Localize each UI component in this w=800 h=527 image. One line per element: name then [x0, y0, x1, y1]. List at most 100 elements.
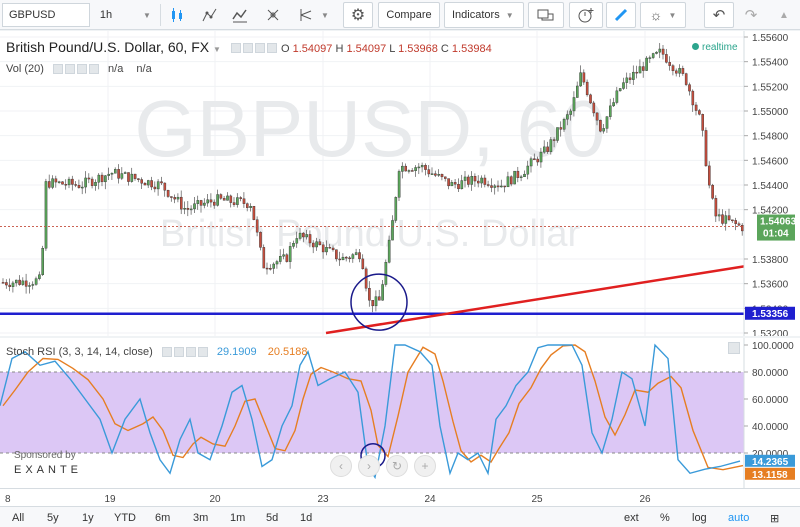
candle-body — [493, 185, 497, 188]
candle-body — [694, 104, 698, 111]
alert-button[interactable] — [569, 2, 603, 28]
candle-body — [170, 196, 173, 198]
volume-legend[interactable]: Vol (20) n/a n/a — [6, 63, 152, 75]
plus-icon: + — [421, 459, 429, 473]
price-chart-pane[interactable]: GBPUSD, 60 British Pound/U.S. Dollar 1.5… — [0, 31, 800, 340]
auto-scale-toggle[interactable]: auto — [728, 510, 749, 526]
candle-body — [295, 238, 299, 244]
time-axis[interactable]: 8 19 20 23 24 25 26 — [0, 488, 800, 506]
extended-hours-toggle[interactable]: ext — [624, 510, 639, 526]
candle-body — [285, 254, 289, 262]
fork-tool-button[interactable] — [294, 2, 318, 28]
candle-body — [632, 71, 635, 80]
candle-body — [440, 174, 444, 178]
candle-body — [24, 280, 28, 287]
ideas-button[interactable]: ☼ ▼ — [640, 2, 686, 28]
candle-body — [734, 220, 737, 224]
line-chart-icon — [232, 9, 247, 23]
interval-dropdown-button[interactable]: ▼ — [140, 2, 154, 28]
candle-body — [414, 167, 417, 171]
scroll-right-button[interactable]: › — [358, 455, 380, 477]
status-dot-icon — [692, 43, 699, 50]
candle-body — [255, 219, 259, 233]
legend-controls[interactable] — [230, 43, 277, 54]
scroll-left-button[interactable]: ‹ — [330, 455, 352, 477]
line-style-button[interactable] — [228, 2, 252, 28]
redo-button[interactable]: ↷ — [736, 2, 766, 28]
redo-icon: ↷ — [744, 7, 758, 24]
rsi-controls[interactable] — [161, 347, 208, 358]
candle-body — [41, 248, 44, 275]
close-value: 1.53984 — [451, 43, 492, 55]
candle-body — [490, 185, 493, 188]
volume-controls[interactable] — [52, 64, 99, 75]
candle-body — [245, 203, 249, 208]
candle-body — [193, 203, 196, 210]
price-tick-label: 1.55000 — [752, 107, 789, 118]
range-button-1y[interactable]: 1y — [82, 510, 94, 526]
top-toolbar: 1h ▼ ▼ ⚙ Compare Indicators ▼ ☼ ▼ ↶ ↷ ▲ — [0, 0, 800, 30]
pane-expand-button[interactable] — [728, 342, 740, 354]
reset-chart-button[interactable]: ↻ — [386, 455, 408, 477]
brush-tool-button[interactable] — [606, 2, 636, 28]
candle-body — [57, 181, 61, 183]
candle-body — [374, 296, 378, 307]
price-tick-label: 1.54400 — [752, 181, 789, 192]
candle-body — [605, 116, 609, 129]
candle-body — [477, 180, 480, 184]
price-tick-label: 1.53800 — [752, 255, 789, 266]
zoom-in-button[interactable]: + — [414, 455, 436, 477]
candle-body — [655, 51, 658, 54]
range-button-ytd[interactable]: YTD — [114, 510, 136, 526]
candle-body — [54, 178, 58, 183]
fullscreen-button[interactable]: ⊞ — [770, 510, 779, 526]
candle-body — [529, 158, 533, 167]
highlight-circle[interactable] — [350, 273, 408, 331]
candle-body — [384, 262, 388, 285]
range-button-6m[interactable]: 6m — [155, 510, 170, 526]
candle-body — [269, 268, 272, 270]
tools-dropdown-button[interactable]: ▼ — [318, 2, 332, 28]
candle-body — [519, 176, 523, 179]
settings-button[interactable]: ⚙ — [343, 2, 373, 28]
chart-title-legend[interactable]: British Pound/U.S. Dollar, 60, FX ▼ — [6, 39, 277, 55]
range-button-1d[interactable]: 1d — [300, 510, 312, 526]
price-chart-canvas[interactable]: GBPUSD, 60 British Pound/U.S. Dollar 1.5… — [0, 31, 800, 340]
candle-body — [351, 254, 355, 259]
candle-body — [724, 215, 728, 224]
time-axis-label: 24 — [424, 494, 436, 505]
log-scale-toggle[interactable]: log — [692, 510, 707, 526]
stoch-rsi-pane[interactable]: 100.0000 80.0000 60.0000 40.0000 20.0000 14.… — [0, 338, 800, 488]
candle-body — [589, 94, 592, 104]
candles-style-button[interactable] — [165, 2, 189, 28]
range-button-1m[interactable]: 1m — [230, 510, 245, 526]
chart-title: British Pound/U.S. Dollar, 60, FX — [6, 39, 210, 55]
stoch-rsi-legend[interactable]: Stoch RSI (3, 3, 14, 14, close) 29.1909 … — [6, 346, 307, 358]
range-button-all[interactable]: All — [12, 510, 24, 526]
time-axis-label: 25 — [531, 494, 543, 505]
layout-button[interactable]: ▲ — [772, 2, 796, 28]
interval-button[interactable]: 1h — [92, 2, 120, 28]
symbol-search-input[interactable] — [2, 3, 90, 27]
undo-button[interactable]: ↶ — [704, 2, 734, 28]
candle-body — [678, 68, 681, 74]
templates-button[interactable] — [528, 2, 564, 28]
sponsor-logo[interactable]: EXANTE — [14, 464, 82, 476]
indicators-button[interactable]: Indicators ▼ — [444, 2, 524, 28]
candle-body — [473, 176, 477, 182]
range-button-3m[interactable]: 3m — [193, 510, 208, 526]
time-axis-label: 8 — [5, 494, 11, 505]
candle-body — [387, 239, 391, 263]
range-button-5d[interactable]: 5d — [266, 510, 278, 526]
candle-body — [651, 53, 655, 58]
price-tick-label: 1.54800 — [752, 132, 789, 143]
bar-style-button[interactable] — [198, 2, 222, 28]
templates-icon — [537, 9, 554, 21]
candle-body — [645, 57, 648, 71]
candle-body — [94, 182, 97, 186]
candle-body — [628, 77, 632, 80]
drawing-tool-button[interactable] — [261, 2, 285, 28]
range-button-5y[interactable]: 5y — [47, 510, 59, 526]
percent-scale-toggle[interactable]: % — [660, 510, 670, 526]
compare-button[interactable]: Compare — [378, 2, 440, 28]
